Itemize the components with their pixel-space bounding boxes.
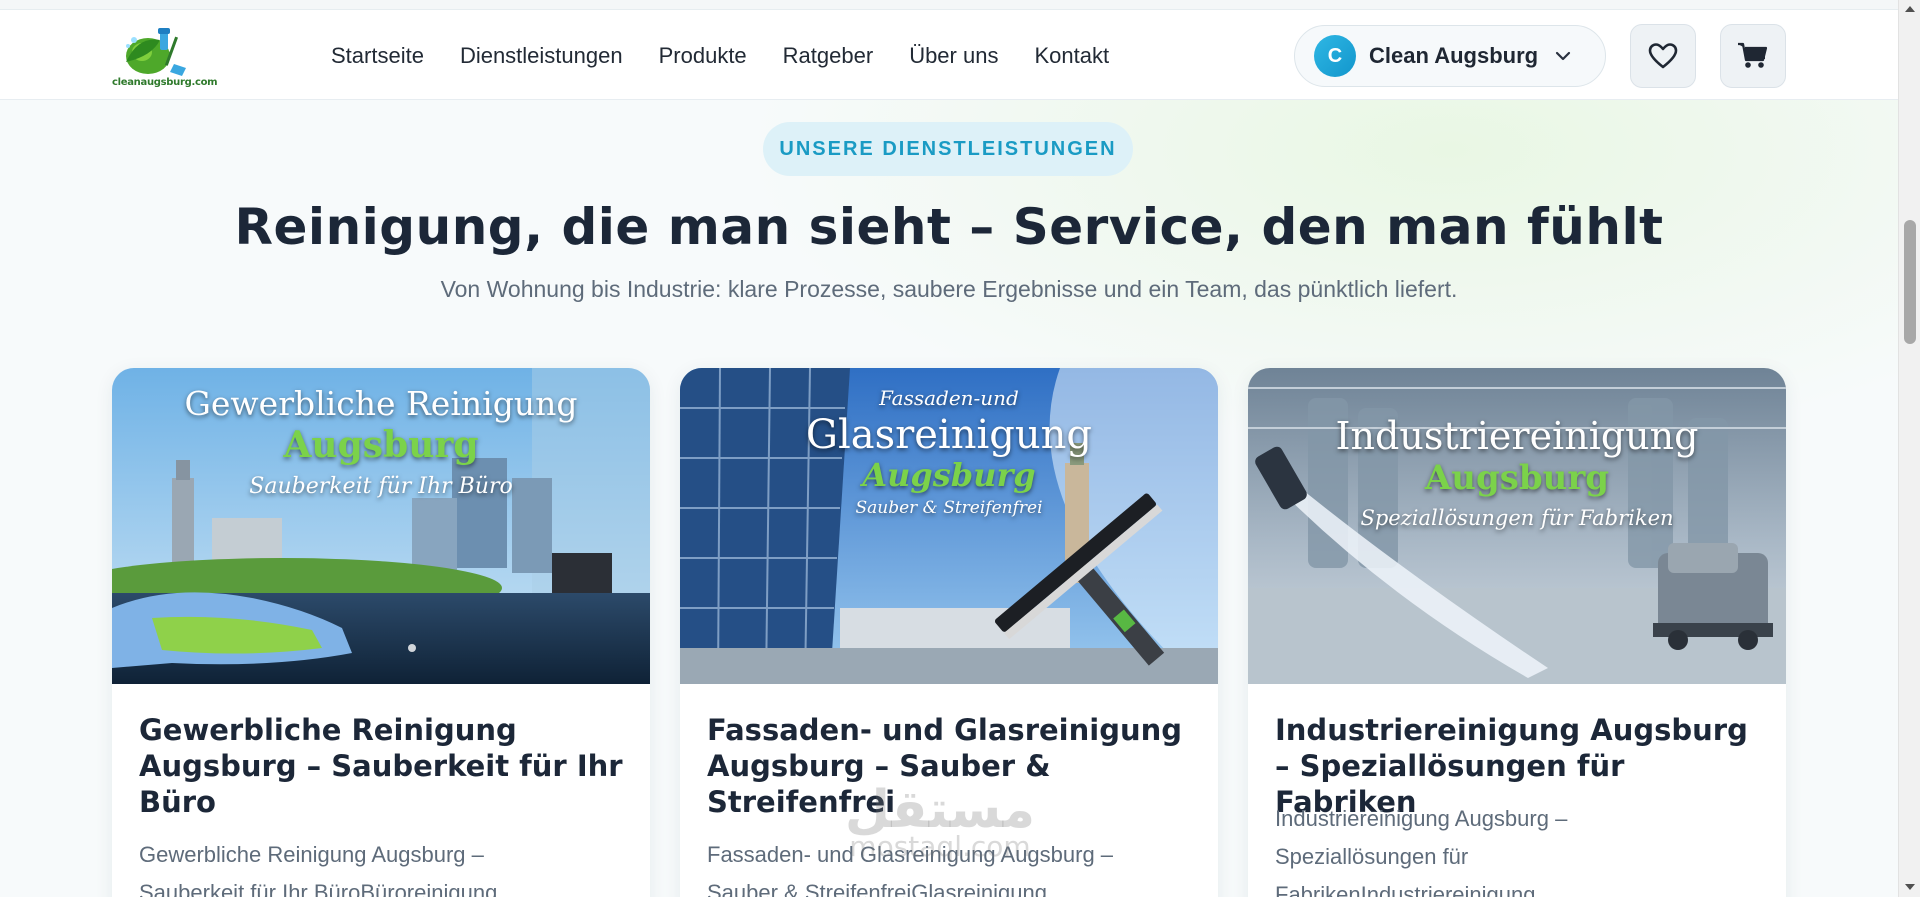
site-logo[interactable]: cleanaugsburg.com (108, 26, 218, 88)
card-image-line2: Augsburg (283, 424, 479, 466)
card-image-line1: Industriereinigung (1335, 414, 1699, 458)
card-description-line: Speziallösungen für (1275, 844, 1469, 869)
main-nav: Startseite Dienstleistungen Produkte Rat… (331, 43, 1145, 69)
card-description-line: Sauber & StreifenfreiGlasreinigung (707, 880, 1047, 897)
scrollbar-thumb[interactable] (1904, 220, 1916, 344)
card-description-line: Gewerbliche Reinigung Augsburg – (139, 842, 484, 867)
scroll-up-arrow-icon[interactable] (1904, 4, 1916, 14)
cart-icon (1738, 42, 1768, 68)
logo-mark-icon (126, 28, 186, 76)
scroll-down-arrow-icon[interactable] (1904, 882, 1916, 892)
nav-item-ueber-uns[interactable]: Über uns (909, 43, 998, 69)
nav-item-produkte[interactable]: Produkte (659, 43, 747, 69)
card-description: Gewerbliche Reinigung Augsburg – Sauberk… (139, 836, 629, 897)
cart-button[interactable] (1720, 24, 1786, 88)
wishlist-button[interactable] (1630, 24, 1696, 88)
nav-item-dienstleistungen[interactable]: Dienstleistungen (460, 43, 623, 69)
watermark: مستقل mostaql.com (790, 780, 1090, 863)
card-image-line3: Sauberkeit für Ihr Büro (249, 474, 513, 499)
account-menu-button[interactable]: C Clean Augsburg (1294, 25, 1606, 87)
avatar: C (1314, 35, 1356, 77)
watermark-sub: mostaql.com (849, 830, 1031, 863)
card-image-line3: Speziallösungen für Fabriken (1360, 506, 1674, 530)
card-image[interactable]: Industriereinigung Augsburg Speziallösun… (1248, 368, 1786, 684)
nav-item-ratgeber[interactable]: Ratgeber (783, 43, 874, 69)
section-badge: UNSERE DIENSTLEISTUNGEN (763, 122, 1133, 176)
nav-item-kontakt[interactable]: Kontakt (1034, 43, 1109, 69)
card-image-line1: Gewerbliche Reinigung (184, 384, 578, 423)
section-title: Reinigung, die man sieht – Service, den … (234, 198, 1664, 256)
chevron-down-icon (1555, 51, 1571, 61)
card-description-line: Sauberkeit für Ihr BüroBüroreinigung (139, 880, 498, 897)
card-image-line3: Augsburg (862, 456, 1036, 494)
site-header: cleanaugsburg.com Startseite Dienstleist… (0, 10, 1898, 100)
account-name: Clean Augsburg (1369, 43, 1539, 68)
vertical-scrollbar[interactable] (1898, 0, 1920, 897)
card-image-line2: Augsburg (1424, 458, 1610, 498)
card-image-line2: Glasreinigung (806, 412, 1092, 458)
card-image-line1: Fassaden-und (879, 386, 1019, 410)
card-image[interactable]: Fassaden-und Glasreinigung Augsburg Saub… (680, 368, 1218, 684)
service-card-gewerbliche-reinigung[interactable]: Gewerbliche Reinigung Augsburg Sauberkei… (112, 368, 650, 897)
logo-text: cleanaugsburg.com (112, 77, 218, 88)
top-strip (0, 0, 1898, 10)
heart-icon (1648, 43, 1678, 69)
nav-item-startseite[interactable]: Startseite (331, 43, 424, 69)
card-description-line: FabrikenIndustriereinigung (1275, 882, 1536, 897)
page: cleanaugsburg.com Startseite Dienstleist… (0, 0, 1898, 897)
card-image[interactable]: Gewerbliche Reinigung Augsburg Sauberkei… (112, 368, 650, 684)
card-image-line4: Sauber & Streifenfrei (855, 498, 1043, 518)
card-title[interactable]: Gewerbliche Reinigung Augsburg – Sauberk… (139, 712, 629, 820)
section-subtitle: Von Wohnung bis Industrie: klare Prozess… (440, 276, 1458, 302)
card-description: Industriereinigung Augsburg – Speziallös… (1275, 800, 1765, 897)
card-description-line: Industriereinigung Augsburg – (1275, 806, 1568, 831)
service-card-industriereinigung[interactable]: Industriereinigung Augsburg Speziallösun… (1248, 368, 1786, 897)
